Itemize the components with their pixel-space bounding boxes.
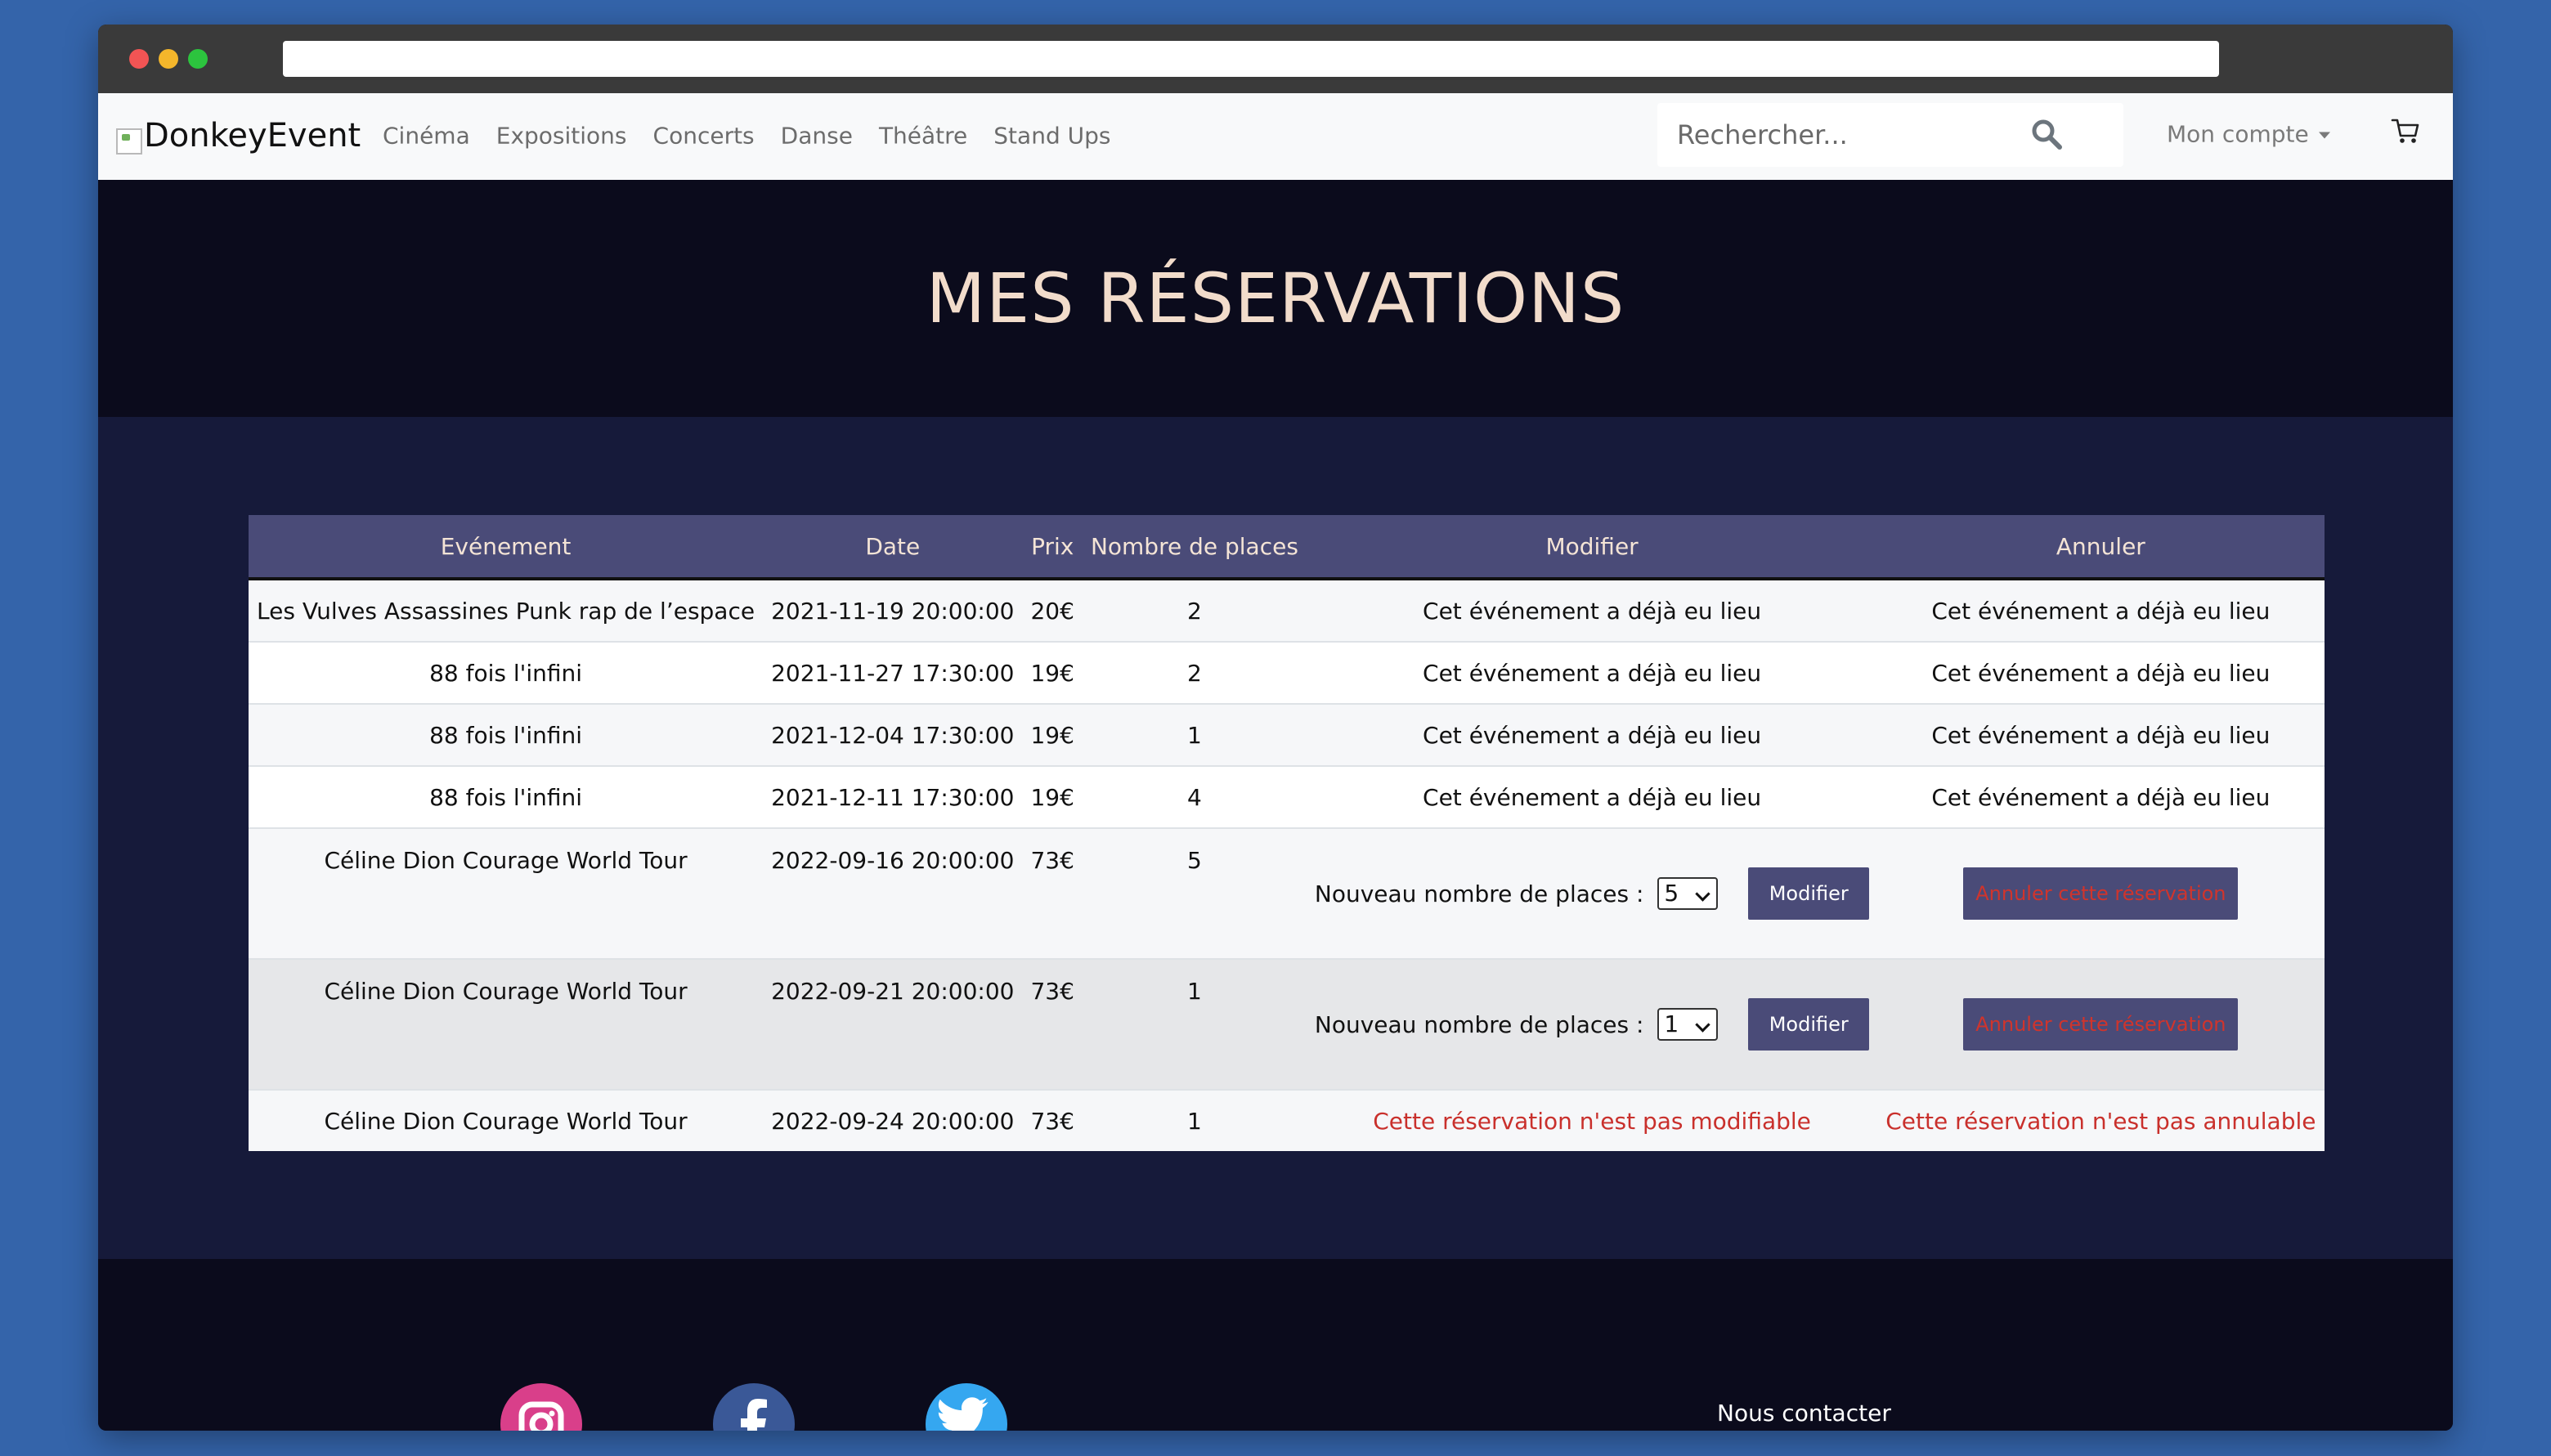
facebook-icon[interactable] [713,1383,795,1431]
cell-places: 1 [1082,703,1307,766]
table-header-row: Evénement Date Prix Nombre de places Mod… [249,515,2325,580]
cell-places: 2 [1082,578,1307,642]
modify-button[interactable]: Modifier [1748,998,1870,1051]
nav-link-expositions[interactable]: Expositions [496,123,627,150]
cell-date: 2021-12-04 17:30:00 [763,703,1023,766]
cell-event: Céline Dion Courage World Tour [249,958,764,1090]
cell-places: 4 [1082,765,1307,828]
column-header-places: Nombre de places [1082,515,1307,580]
cell-event: 88 fois l'infini [249,765,764,828]
reservations-table: Evénement Date Prix Nombre de places Mod… [249,515,2325,1151]
modify-button[interactable]: Modifier [1748,867,1870,920]
contact-link[interactable]: Nous contacter [1717,1400,1891,1427]
cell-date: 2021-11-19 20:00:00 [763,578,1023,642]
cell-price: 19€ [1022,641,1083,704]
cell-event: Céline Dion Courage World Tour [249,1089,764,1151]
account-label: Mon compte [2167,120,2309,148]
account-dropdown[interactable]: Mon compte [2167,121,2330,148]
cell-places: 1 [1082,1089,1307,1151]
minimize-window-button[interactable] [159,49,178,69]
search-input[interactable]: Rechercher... [1677,119,1848,150]
new-places-label: Nouveau nombre de places : [1314,1010,1644,1038]
brand-name: DonkeyEvent [144,117,361,155]
cell-event: Céline Dion Courage World Tour [249,827,764,959]
search-box[interactable]: Rechercher... [1657,103,2123,167]
footer: Nous contacter [98,1259,2453,1431]
hero-banner: MES RÉSERVATIONS [98,180,2453,417]
table-row: Céline Dion Courage World Tour 2022-09-2… [249,958,2325,1090]
search-icon[interactable] [2030,118,2063,150]
column-header-event: Evénement [249,515,764,580]
column-header-cancel: Annuler [1877,515,2325,580]
cell-modify-status: Cet événement a déjà eu lieu [1306,765,1878,828]
cell-date: 2021-12-11 17:30:00 [763,765,1023,828]
cell-event: 88 fois l'infini [249,641,764,704]
twitter-icon[interactable] [926,1383,1007,1431]
nav-link-cinema[interactable]: Cinéma [383,123,470,150]
new-places-label: Nouveau nombre de places : [1314,880,1644,907]
cell-date: 2022-09-24 20:00:00 [763,1089,1023,1151]
cell-cancel-status: Cet événement a déjà eu lieu [1877,578,2325,642]
nav-link-danse[interactable]: Danse [781,123,853,150]
instagram-icon[interactable] [500,1383,582,1431]
column-header-price: Prix [1022,515,1083,580]
cell-cancel-status: Cet événement a déjà eu lieu [1877,765,2325,828]
column-header-modify: Modifier [1306,515,1878,580]
new-places-select[interactable]: 1 [1657,1008,1719,1041]
cell-event: Les Vulves Assassines Punk rap de l’espa… [249,578,764,642]
table-row: Céline Dion Courage World Tour 2022-09-1… [249,827,2325,959]
new-places-select[interactable]: 5 [1657,877,1719,910]
broken-image-icon [116,128,142,155]
table-row: Les Vulves Assassines Punk rap de l’espa… [249,578,2325,642]
cell-date: 2021-11-27 17:30:00 [763,641,1023,704]
cell-date: 2022-09-21 20:00:00 [763,958,1023,1090]
nav-link-stand-ups[interactable]: Stand Ups [993,123,1110,150]
cell-price: 19€ [1022,703,1083,766]
cell-price: 19€ [1022,765,1083,828]
main-content: Evénement Date Prix Nombre de places Mod… [98,417,2453,1259]
cancel-reservation-button[interactable]: Annuler cette réservation [1963,998,2239,1051]
table-row: Céline Dion Courage World Tour 2022-09-2… [249,1089,2325,1151]
cell-price: 20€ [1022,578,1083,642]
maximize-window-button[interactable] [188,49,208,69]
cell-cancel-status: Cet événement a déjà eu lieu [1877,641,2325,704]
table-row: 88 fois l'infini 2021-12-04 17:30:00 19€… [249,703,2325,766]
cell-price: 73€ [1022,827,1083,959]
navbar: DonkeyEvent Cinéma Expositions Concerts … [98,93,2453,180]
cell-modify-status: Cet événement a déjà eu lieu [1306,703,1878,766]
cell-cancel-status: Cet événement a déjà eu lieu [1877,703,2325,766]
cell-date: 2022-09-16 20:00:00 [763,827,1023,959]
cell-places: 2 [1082,641,1307,704]
cart-icon[interactable] [2391,116,2420,146]
cell-cancel-controls: Annuler cette réservation [1877,827,2325,959]
close-window-button[interactable] [129,49,149,69]
address-bar[interactable] [283,41,2219,77]
cell-modify-controls: Nouveau nombre de places : 1 Modifier [1306,958,1878,1090]
brand-link[interactable]: DonkeyEvent [116,117,361,155]
cell-modify-status: Cet événement a déjà eu lieu [1306,641,1878,704]
cell-modify-status: Cette réservation n'est pas modifiable [1306,1089,1878,1151]
cancel-reservation-button[interactable]: Annuler cette réservation [1963,867,2239,920]
browser-titlebar [98,25,2453,93]
nav-link-theatre[interactable]: Théâtre [879,123,967,150]
caret-down-icon [2318,132,2330,138]
cell-cancel-status: Cette réservation n'est pas annulable [1877,1089,2325,1151]
cell-cancel-controls: Annuler cette réservation [1877,958,2325,1090]
table-row: 88 fois l'infini 2021-11-27 17:30:00 19€… [249,641,2325,704]
table-row: 88 fois l'infini 2021-12-11 17:30:00 19€… [249,765,2325,828]
cell-price: 73€ [1022,1089,1083,1151]
cell-places: 5 [1082,827,1307,959]
browser-window: DonkeyEvent Cinéma Expositions Concerts … [98,25,2453,1431]
page-title: MES RÉSERVATIONS [926,258,1625,338]
cell-price: 73€ [1022,958,1083,1090]
cell-places: 1 [1082,958,1307,1090]
nav-link-concerts[interactable]: Concerts [653,123,755,150]
cell-event: 88 fois l'infini [249,703,764,766]
cell-modify-status: Cet événement a déjà eu lieu [1306,578,1878,642]
nav-links: Cinéma Expositions Concerts Danse Théâtr… [383,123,1137,150]
cell-modify-controls: Nouveau nombre de places : 5 Modifier [1306,827,1878,959]
column-header-date: Date [763,515,1023,580]
